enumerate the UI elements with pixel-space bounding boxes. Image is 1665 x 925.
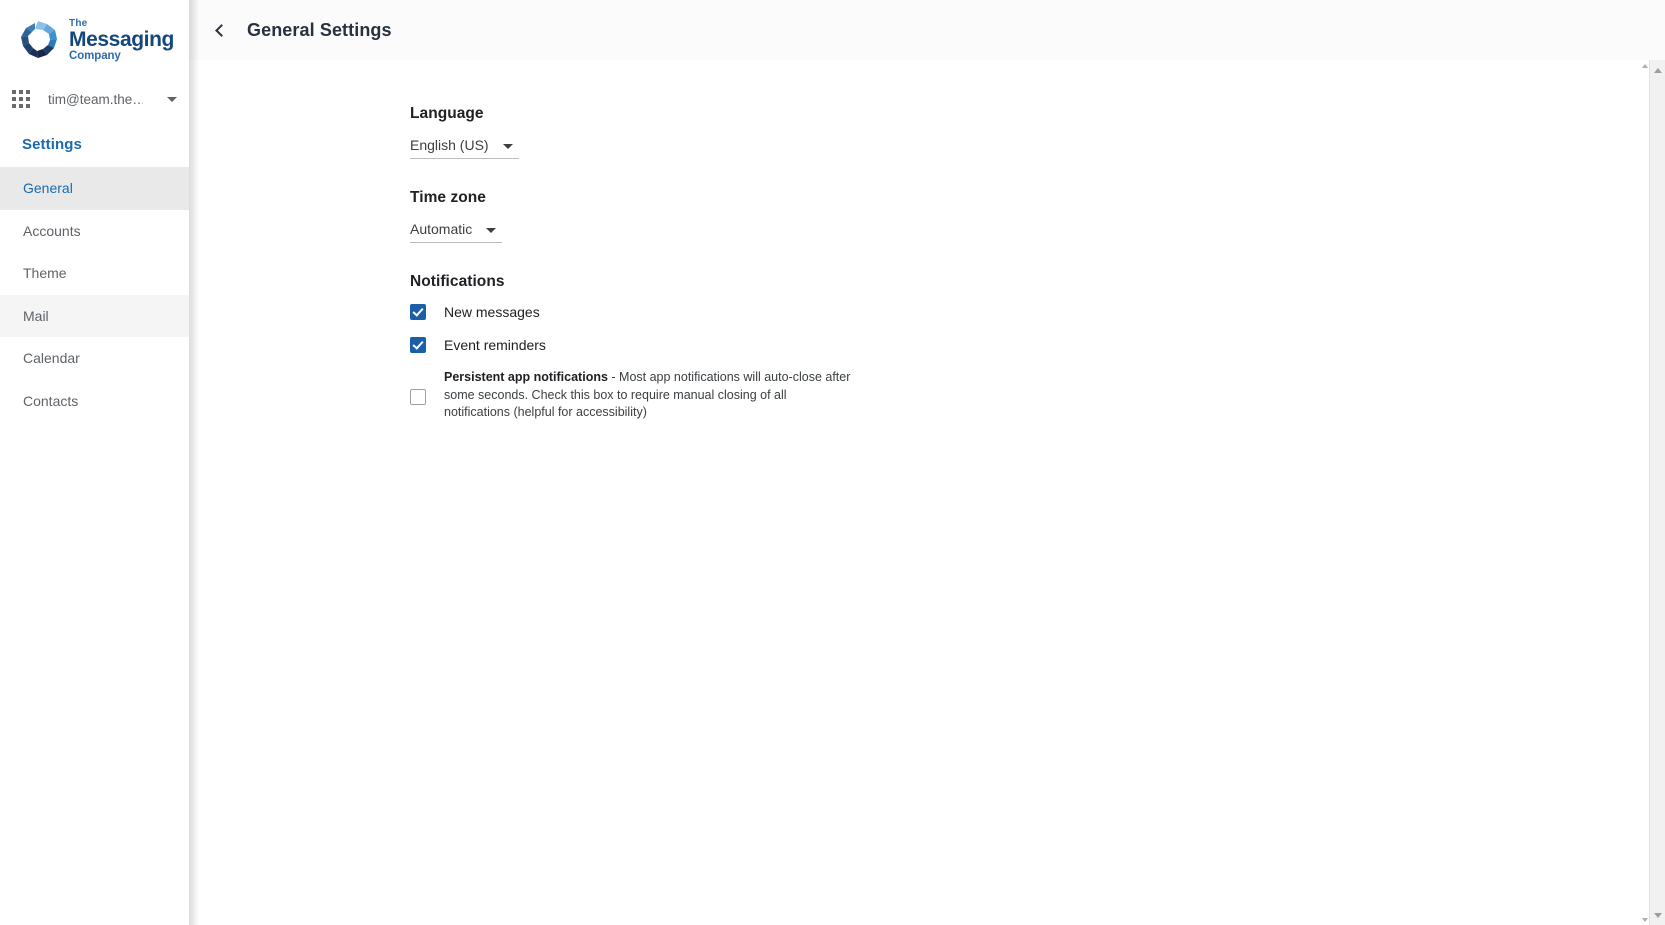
chevron-down-icon — [486, 227, 497, 233]
window-scrollbar[interactable] — [1649, 60, 1665, 925]
back-button[interactable] — [203, 13, 237, 47]
sidebar-item-contacts[interactable]: Contacts — [0, 380, 189, 423]
persistent-notifications-checkbox[interactable] — [410, 389, 426, 405]
scroll-down-arrow-icon[interactable] — [1640, 915, 1649, 924]
scroll-down-arrow-icon[interactable] — [1650, 907, 1665, 923]
page-header: General Settings — [189, 0, 1665, 68]
notifications-section: Notifications New messages Event reminde… — [410, 273, 1665, 422]
sidebar-item-calendar[interactable]: Calendar — [0, 337, 189, 380]
brand-wordmark: The Messaging Company — [69, 19, 174, 63]
chevron-down-icon — [502, 143, 513, 149]
timezone-select-value: Automatic — [410, 221, 473, 237]
brand-header[interactable]: The Messaging Company — [0, 0, 189, 78]
sidebar-item-label: Contacts — [23, 392, 79, 409]
content-scrollbar[interactable] — [1640, 60, 1649, 925]
main-panel: General Settings Language English (US) T… — [189, 0, 1665, 925]
event-reminders-label: Event reminders — [444, 337, 546, 353]
sidebar-item-label: General — [23, 180, 73, 197]
language-label: Language — [410, 105, 484, 122]
notifications-label: Notifications — [410, 273, 505, 290]
app-window: The Messaging Company tim@team.the… Sett… — [0, 0, 1665, 925]
sidebar-item-accounts[interactable]: Accounts — [0, 210, 189, 253]
settings-content: Language English (US) Time zone Automati… — [189, 60, 1665, 925]
event-reminders-checkbox[interactable] — [410, 337, 426, 353]
apps-grid-icon[interactable] — [12, 90, 30, 108]
brand-line-messaging: Messaging — [69, 28, 174, 52]
event-reminders-row[interactable]: Event reminders — [410, 336, 1665, 353]
language-section: Language English (US) — [410, 105, 1665, 159]
messaging-company-logo-icon — [15, 18, 61, 64]
sidebar-item-mail[interactable]: Mail — [0, 294, 189, 337]
page-title: General Settings — [247, 19, 392, 40]
timezone-section: Time zone Automatic — [410, 189, 1665, 243]
persistent-notifications-description: Persistent app notifications - Most app … — [444, 369, 856, 422]
new-messages-row[interactable]: New messages — [410, 303, 1665, 320]
sidebar-item-theme[interactable]: Theme — [0, 252, 189, 295]
persistent-notifications-title: Persistent app notifications — [444, 370, 608, 384]
scroll-up-arrow-icon[interactable] — [1650, 62, 1665, 78]
sidebar-item-label: Accounts — [23, 222, 81, 239]
sidebar-item-label: Mail — [23, 307, 49, 324]
scroll-up-arrow-icon[interactable] — [1640, 61, 1649, 70]
sidebar: The Messaging Company tim@team.the… Sett… — [0, 0, 199, 925]
chevron-down-icon[interactable] — [167, 96, 177, 102]
settings-nav: General Accounts Theme Mail Calendar Con… — [0, 167, 189, 422]
chevron-left-icon — [215, 23, 228, 37]
account-switcher[interactable]: tim@team.the… — [0, 78, 189, 120]
persistent-notifications-row[interactable]: Persistent app notifications - Most app … — [410, 369, 1665, 422]
sidebar-item-label: Calendar — [23, 350, 80, 367]
new-messages-checkbox[interactable] — [410, 304, 426, 320]
settings-heading: Settings — [22, 136, 82, 153]
timezone-select[interactable]: Automatic — [410, 221, 503, 243]
account-email-label: tim@team.the… — [48, 91, 143, 107]
timezone-label: Time zone — [410, 189, 486, 206]
language-select[interactable]: English (US) — [410, 137, 519, 159]
sidebar-item-general[interactable]: General — [0, 167, 189, 210]
brand-line-company: Company — [69, 50, 121, 63]
brand-logo[interactable]: The Messaging Company — [15, 18, 174, 64]
new-messages-label: New messages — [444, 304, 540, 320]
sidebar-item-label: Theme — [23, 265, 67, 282]
language-select-value: English (US) — [410, 137, 489, 153]
